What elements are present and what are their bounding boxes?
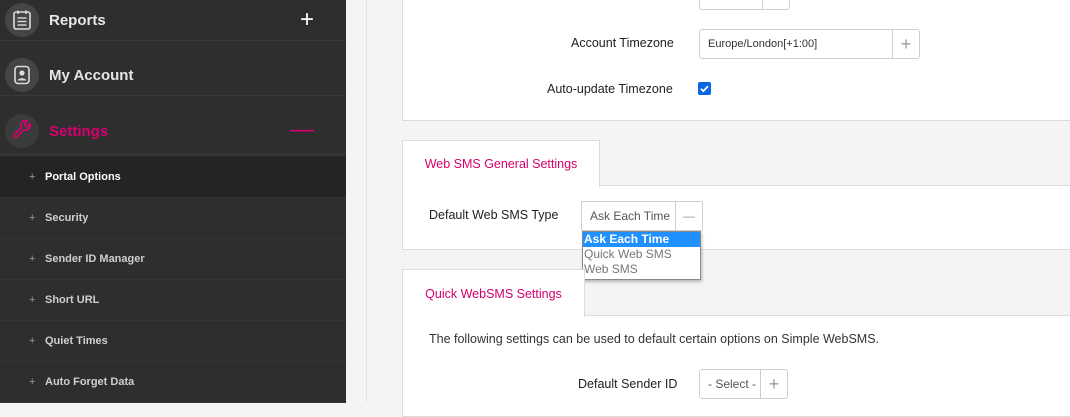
sidebar-item-reports[interactable]: Reports + (0, 0, 346, 41)
plus-icon: + (29, 171, 36, 183)
default-web-sms-type-label: Default Web SMS Type (429, 208, 559, 222)
plus-icon: + (29, 253, 36, 265)
timezone-input[interactable]: Europe/London[+1:00] + (699, 29, 920, 59)
sidebar-subitem-security[interactable]: + Security (0, 198, 346, 239)
default-sender-id-label: Default Sender ID (578, 377, 678, 391)
partial-input[interactable] (699, 0, 790, 10)
account-timezone-label: Account Timezone (571, 36, 674, 50)
web-sms-type-select[interactable]: Ask Each Time — (581, 201, 703, 231)
sidebar-subitem-sender-id-manager[interactable]: + Sender ID Manager (0, 239, 346, 280)
sidebar-item-label: My Account (49, 67, 134, 84)
sidebar-subitem-label: Auto Forget Data (45, 376, 135, 388)
sidebar-item-label: Reports (49, 12, 106, 29)
dropdown-option-ask-each-time[interactable]: Ask Each Time (583, 232, 700, 247)
check-icon (700, 85, 709, 93)
sidebar-subitem-label: Portal Options (45, 171, 121, 183)
plus-icon: + (29, 335, 36, 347)
sidebar: Reports + My Account Settings — + Portal… (0, 0, 346, 403)
sender-id-value: - Select - (708, 377, 757, 391)
sidebar-subitem-short-url[interactable]: + Short URL (0, 280, 346, 321)
tab-quick-websms-settings[interactable]: Quick WebSMS Settings (402, 269, 585, 317)
web-sms-type-dropdown: Ask Each Time Quick Web SMS Web SMS (582, 231, 701, 280)
auto-update-timezone-checkbox[interactable] (698, 82, 711, 95)
dropdown-option-web-sms[interactable]: Web SMS (583, 262, 700, 277)
tab-label: Quick WebSMS Settings (425, 286, 562, 301)
plus-icon: + (29, 212, 36, 224)
account-settings-panel (402, 0, 1070, 121)
dropdown-option-quick-web-sms[interactable]: Quick Web SMS (583, 247, 700, 262)
web-sms-type-value: Ask Each Time (590, 209, 671, 223)
tab-label: Web SMS General Settings (424, 157, 578, 171)
sidebar-subitem-portal-options[interactable]: + Portal Options (0, 157, 346, 198)
sidebar-item-settings[interactable]: Settings — (0, 108, 346, 155)
sidebar-subitem-label: Sender ID Manager (45, 253, 145, 265)
sidebar-item-label: Settings (49, 123, 109, 140)
timezone-value: Europe/London[+1:00] (708, 38, 818, 50)
add-sender-id-button[interactable]: + (760, 370, 787, 398)
collapse-dropdown-button[interactable]: — (675, 202, 702, 230)
sidebar-subitem-auto-forget-data[interactable]: + Auto Forget Data (0, 362, 346, 403)
sidebar-subitem-quiet-times[interactable]: + Quiet Times (0, 321, 346, 362)
sidebar-subitem-label: Quiet Times (45, 335, 108, 347)
plus-icon: + (29, 294, 36, 306)
sidebar-subitem-label: Security (45, 212, 89, 224)
sidebar-subitem-label: Short URL (45, 294, 100, 306)
wrench-icon (5, 114, 39, 148)
sender-id-select[interactable]: - Select - + (699, 369, 788, 399)
collapse-icon[interactable]: — (290, 118, 314, 142)
reports-icon (5, 3, 39, 37)
add-timezone-button[interactable]: + (892, 30, 919, 58)
plus-icon: + (29, 376, 36, 388)
tab-web-sms-general-settings[interactable]: Web SMS General Settings (402, 140, 600, 187)
divider (366, 0, 367, 402)
account-icon (5, 58, 39, 92)
expand-icon[interactable]: + (300, 8, 314, 32)
partial-input-addon[interactable] (762, 0, 789, 9)
sidebar-item-my-account[interactable]: My Account (0, 55, 346, 96)
auto-update-timezone-label: Auto-update Timezone (547, 82, 673, 96)
quick-websms-description: The following settings can be used to de… (429, 332, 880, 346)
